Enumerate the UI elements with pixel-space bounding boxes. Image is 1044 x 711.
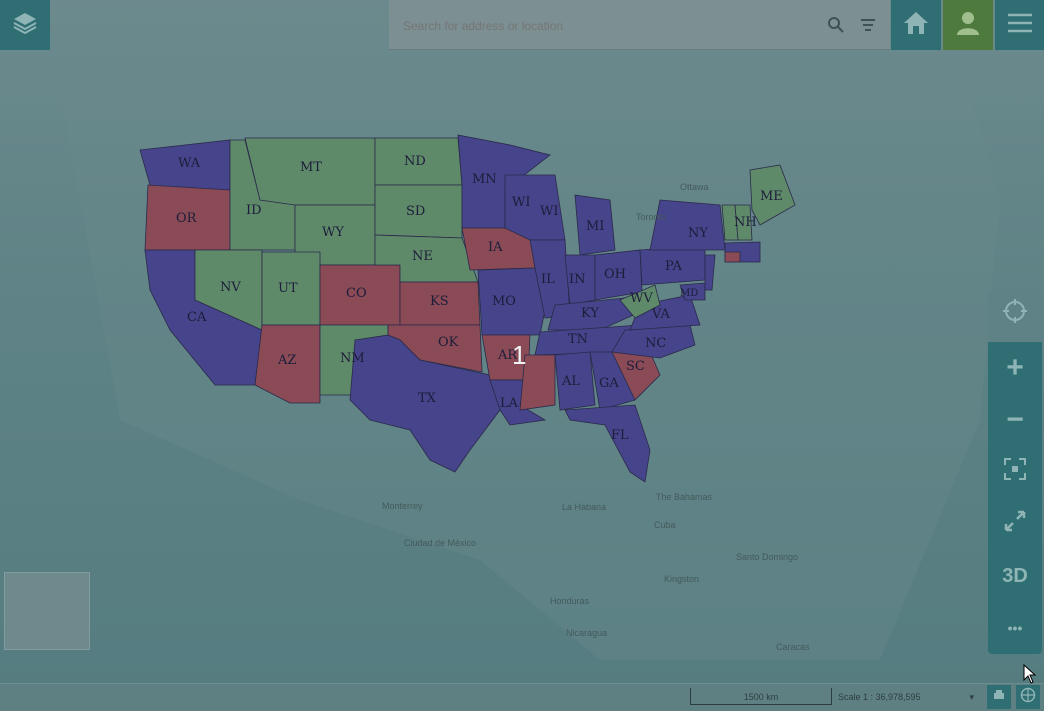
search-bar: [389, 0, 890, 50]
place-toronto: Toronto: [636, 212, 666, 222]
plus-icon: +: [1006, 351, 1024, 384]
place-monterrey: Monterrey: [382, 501, 423, 511]
menu-button[interactable]: [995, 0, 1044, 50]
status-bar: 1500 km Scale 1 : 36,978,595 ▾: [0, 683, 1044, 711]
label-nm: NM: [340, 351, 365, 366]
search-input[interactable]: [401, 15, 805, 37]
place-mexico-city: Ciudad de México: [404, 538, 476, 548]
print-button[interactable]: [987, 685, 1011, 709]
label-mo: MO: [492, 294, 516, 309]
map-canvas[interactable]: WA OR CA ID NV MT WY UT AZ CO NM ND SD N…: [0, 0, 1044, 710]
state-ny: [649, 199, 726, 251]
label-wa: WA: [178, 156, 201, 171]
layers-button[interactable]: [0, 0, 50, 50]
more-button[interactable]: •••: [988, 602, 1042, 654]
fit-extent-icon: [1003, 457, 1027, 487]
mouse-cursor: [1023, 663, 1037, 689]
user-button[interactable]: [943, 0, 993, 50]
chevron-down-icon: ▾: [969, 692, 974, 702]
label-ca: CA: [187, 310, 207, 325]
label-tx: TX: [418, 391, 437, 406]
label-nh: NH: [734, 215, 757, 230]
place-cuba: Cuba: [654, 520, 676, 530]
3d-label: 3D: [1002, 564, 1028, 587]
label-wi: WI: [512, 195, 531, 210]
place-caracas: Caracas: [776, 642, 810, 652]
3d-button[interactable]: 3D: [988, 550, 1042, 602]
place-honduras: Honduras: [550, 596, 590, 606]
label-ks: KS: [430, 294, 449, 309]
state-ct: [724, 251, 741, 263]
label-nv: NV: [220, 280, 241, 295]
label-ok: OK: [438, 335, 459, 350]
fullscreen-button[interactable]: [988, 498, 1042, 550]
place-bahamas: The Bahamas: [656, 492, 713, 502]
place-kingston: Kingston: [664, 574, 699, 584]
scale-select-label: Scale 1 : 36,978,595: [838, 692, 921, 702]
label-ia: IA: [488, 240, 503, 255]
label-sc: SC: [626, 359, 645, 374]
place-havana: La Habana: [562, 502, 606, 512]
more-icon: •••: [1007, 620, 1023, 636]
label-pa: PA: [665, 259, 683, 274]
label-sd: SD: [406, 204, 425, 219]
label-va: VA: [651, 307, 671, 322]
label-tn: TN: [568, 332, 588, 347]
label-mi: MI: [586, 219, 604, 234]
label-oh: OH: [604, 267, 626, 282]
user-icon: [954, 9, 982, 42]
label-co: CO: [346, 286, 367, 301]
label-mt: MT: [300, 160, 322, 175]
place-ottawa: Ottawa: [680, 182, 709, 192]
filter-icon[interactable]: [859, 16, 877, 39]
locate-button[interactable]: [988, 290, 1042, 338]
label-or: OR: [176, 211, 198, 226]
label-wi2: WI: [540, 204, 559, 219]
label-nc: NC: [645, 336, 666, 351]
label-la: LA: [500, 396, 519, 411]
label-wv: WV: [630, 291, 653, 306]
overview-map[interactable]: [4, 572, 90, 650]
hamburger-icon: [1007, 12, 1033, 39]
layers-icon: [12, 10, 38, 41]
label-fl: FL: [611, 428, 629, 443]
home-icon: [902, 10, 930, 41]
label-id: ID: [246, 203, 262, 218]
label-nd: ND: [404, 154, 426, 169]
cluster-count[interactable]: 1: [512, 340, 526, 371]
print-icon: [992, 688, 1006, 707]
label-az: AZ: [277, 353, 296, 368]
label-ne: NE: [412, 249, 433, 264]
label-md: MD: [680, 288, 698, 299]
label-il: IL: [541, 272, 555, 287]
label-mn: MN: [472, 172, 497, 187]
label-ga: GA: [599, 376, 619, 391]
search-icon[interactable]: [827, 16, 845, 39]
zoom-in-button[interactable]: +: [988, 342, 1042, 394]
label-ny: NY: [688, 226, 708, 241]
globe-icon: [1020, 687, 1036, 708]
label-ut: UT: [278, 281, 298, 296]
label-me: ME: [760, 189, 783, 204]
place-nicaragua: Nicaragua: [566, 628, 607, 638]
label-ky: KY: [581, 306, 599, 321]
label-in: IN: [569, 272, 586, 287]
scale-select[interactable]: Scale 1 : 36,978,595 ▾: [838, 688, 976, 706]
zoom-out-button[interactable]: −: [988, 394, 1042, 446]
crosshair-icon: [1002, 298, 1028, 330]
home-button[interactable]: [891, 0, 941, 50]
expand-icon: [1003, 509, 1027, 539]
minus-icon: −: [1006, 403, 1024, 436]
place-santo-domingo: Santo Domingo: [736, 552, 798, 562]
fit-extent-button[interactable]: [988, 446, 1042, 498]
label-al: AL: [561, 374, 580, 389]
label-wy: WY: [322, 225, 344, 240]
map-tools: + − 3D •••: [988, 290, 1042, 654]
scale-bar: 1500 km: [690, 688, 832, 705]
